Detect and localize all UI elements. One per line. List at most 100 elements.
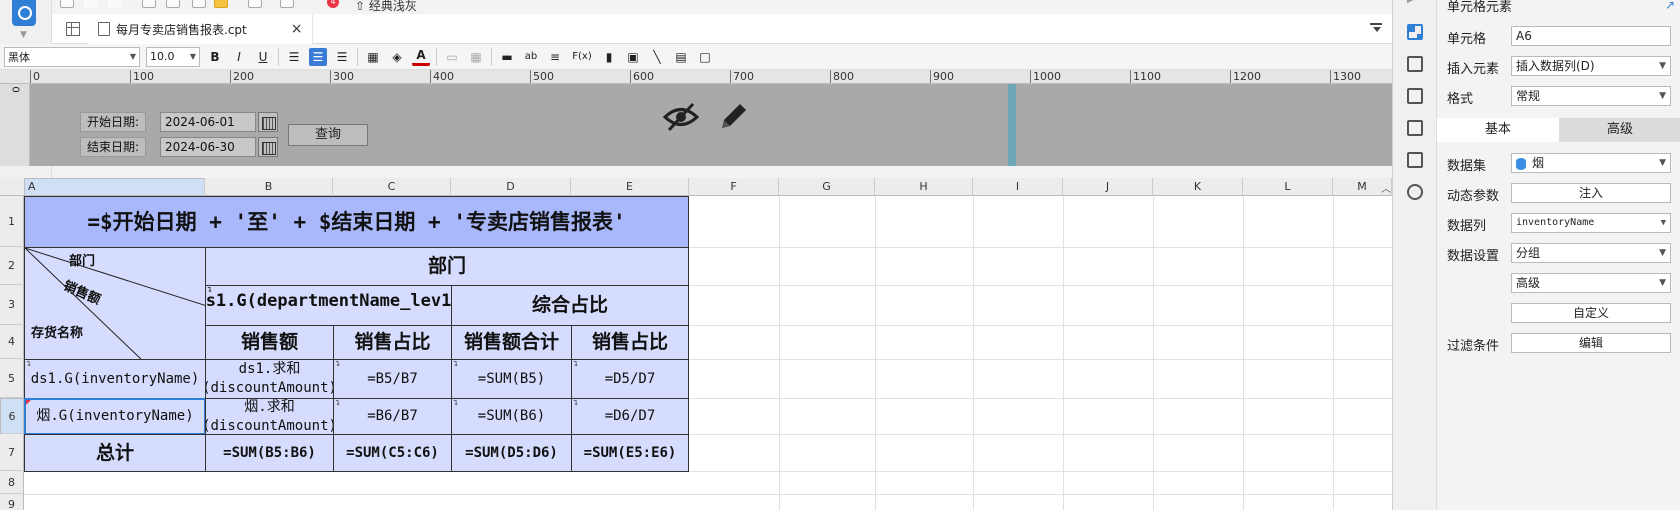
theme-button[interactable]: ⇧ 经典浅灰 <box>355 0 417 14</box>
scroll-up-icon[interactable]: ︿ <box>1381 180 1391 195</box>
cell-b6[interactable]: 烟.求和(discountAmount) <box>205 398 334 435</box>
column-header-g[interactable]: G <box>779 178 875 196</box>
align-left-icon[interactable]: ☰ <box>285 48 303 66</box>
cell-c4-sales-ratio[interactable]: 销售占比 <box>333 325 452 360</box>
underline-button[interactable]: U <box>254 48 272 66</box>
notification-badge[interactable]: 4 <box>327 0 339 8</box>
cell-d6[interactable]: ↴ =SUM(B6) <box>451 398 572 435</box>
rich-text-icon[interactable]: ≡ <box>546 48 564 66</box>
filter-edit-button[interactable]: 编辑 <box>1511 333 1671 353</box>
cell-element-icon[interactable] <box>1407 24 1423 40</box>
row-header-6[interactable]: 6 <box>0 398 24 434</box>
image-icon[interactable]: ▣ <box>624 48 642 66</box>
query-button[interactable]: 查询 <box>288 124 368 146</box>
cell-c5[interactable]: ↴ =B5/B7 <box>333 359 452 399</box>
text-insert-button[interactable]: ab <box>522 48 540 66</box>
cell-b5[interactable]: ds1.求和(discountAmount) <box>205 359 334 399</box>
cell-input[interactable]: A6 <box>1511 26 1671 46</box>
font-family-select[interactable]: 黑体 ▼ <box>4 46 140 67</box>
cell-d4-sales-total[interactable]: 销售额合计 <box>451 325 572 360</box>
row-header-5[interactable]: 5 <box>0 359 24 398</box>
bold-button[interactable]: B <box>206 48 224 66</box>
cell-e4-sales-ratio[interactable]: 销售占比 <box>571 325 689 360</box>
row-header-3[interactable]: 3 <box>0 285 24 325</box>
cell-b4-sales[interactable]: 销售额 <box>205 325 334 360</box>
cell-a5[interactable]: ↴ ds1.G(inventoryName) <box>24 359 206 399</box>
inject-button[interactable]: 注入 <box>1511 183 1671 203</box>
column-header-d[interactable]: D <box>451 178 571 196</box>
column-header-b[interactable]: B <box>205 178 333 196</box>
cell-a1-title[interactable]: =$开始日期 + '至' + $结束日期 + '专卖店销售报表' <box>24 196 689 248</box>
start-date-input[interactable]: 2024-06-01 <box>160 112 256 132</box>
cell-a6-selected[interactable]: 烟.G(inventoryName) <box>24 398 206 435</box>
pin-icon[interactable]: ↗ <box>1665 0 1675 12</box>
align-center-icon[interactable]: ☰ <box>309 47 327 66</box>
cell-border-icon[interactable]: □ <box>696 48 714 66</box>
cell-e5[interactable]: ↴ =D5/D7 <box>571 359 689 399</box>
dataset-select[interactable]: 烟 ▼ <box>1511 153 1671 173</box>
cell-e6[interactable]: ↴ =D6/D7 <box>571 398 689 435</box>
pane-splitter[interactable] <box>1008 84 1016 166</box>
copy-icon[interactable] <box>166 0 180 8</box>
cell-d5[interactable]: ↴ =SUM(B5) <box>451 359 572 399</box>
end-date-input[interactable]: 2024-06-30 <box>160 137 256 157</box>
cell-b2-department[interactable]: 部门 <box>205 247 689 286</box>
formula-button[interactable]: F(x) <box>570 48 594 66</box>
start-calendar-icon[interactable] <box>258 112 278 132</box>
format-select[interactable]: 常规 ▼ <box>1511 86 1671 106</box>
expand-arrow-icon[interactable]: ▼ <box>20 30 27 40</box>
data-column-select[interactable]: inventoryName ▼ <box>1511 213 1671 233</box>
undo-icon[interactable] <box>84 0 98 8</box>
column-header-l[interactable]: L <box>1243 178 1333 196</box>
preview-icon[interactable] <box>248 0 262 8</box>
cell-e7[interactable]: =SUM(E5:E6) <box>571 434 689 472</box>
cell-attribute-icon[interactable] <box>1407 56 1423 72</box>
save-icon[interactable] <box>60 0 74 8</box>
row-header-2[interactable]: 2 <box>0 247 24 285</box>
cell-a2-diagonal[interactable]: 部门 销售额 存货名称 <box>24 247 206 360</box>
align-right-icon[interactable]: ☰ <box>333 48 351 66</box>
paste-icon[interactable] <box>192 0 206 8</box>
tab-list-icon[interactable] <box>1370 23 1382 33</box>
column-header-j[interactable]: J <box>1063 178 1153 196</box>
text-color-icon[interactable]: A <box>412 48 430 66</box>
data-setting-select[interactable]: 分组 ▼ <box>1511 243 1671 263</box>
redo-icon[interactable] <box>108 0 122 8</box>
italic-button[interactable]: I <box>230 48 248 66</box>
column-header-h[interactable]: H <box>875 178 973 196</box>
hyperlink-icon[interactable] <box>1407 184 1423 200</box>
column-header-a[interactable]: A <box>24 178 205 196</box>
cell-b7[interactable]: =SUM(B5:B6) <box>205 434 334 472</box>
row-header-8[interactable]: 8 <box>0 471 24 494</box>
widget-icon[interactable] <box>1407 120 1423 136</box>
chart-icon[interactable]: ▮ <box>600 48 618 66</box>
row-header-4[interactable]: 4 <box>0 325 24 359</box>
advanced-setting-select[interactable]: 高级 ▼ <box>1511 273 1671 293</box>
unmerge-cells-icon[interactable]: ▦ <box>467 48 485 66</box>
custom-button[interactable]: 自定义 <box>1511 303 1671 323</box>
column-header-e[interactable]: E <box>571 178 689 196</box>
tab-report[interactable]: 每月专卖店销售报表.cpt × <box>88 14 314 44</box>
tab-grid-icon[interactable] <box>66 22 80 36</box>
cut-icon[interactable] <box>142 0 156 8</box>
tab-advanced[interactable]: 高级 <box>1559 118 1680 142</box>
cell-c6[interactable]: ↴ =B6/B7 <box>333 398 452 435</box>
cell-d3-composite-ratio[interactable]: 综合占比 <box>451 285 689 326</box>
cell-c7[interactable]: =SUM(C5:C6) <box>333 434 452 472</box>
tab-basic[interactable]: 基本 <box>1437 118 1559 142</box>
font-size-select[interactable]: 10.0 ▼ <box>146 46 200 67</box>
row-header-7[interactable]: 7 <box>0 434 24 471</box>
eye-slash-icon[interactable] <box>663 102 699 132</box>
collapse-arrow-icon[interactable]: ▶ <box>1407 0 1423 10</box>
cell-d7[interactable]: =SUM(D5:D6) <box>451 434 572 472</box>
slash-icon[interactable]: ╲ <box>648 48 666 66</box>
search-logo-icon[interactable] <box>12 0 36 26</box>
condition-attr-icon[interactable] <box>1407 152 1423 168</box>
column-header-i[interactable]: I <box>973 178 1063 196</box>
row-header-1[interactable]: 1 <box>0 196 24 247</box>
close-icon[interactable]: × <box>291 21 303 37</box>
template-icon[interactable] <box>280 0 294 8</box>
column-header-k[interactable]: K <box>1153 178 1243 196</box>
merge-cells-icon[interactable]: ▭ <box>443 48 461 66</box>
cell-b3-department-group[interactable]: ↴ ds1.G(departmentName_lev1) <box>205 285 452 326</box>
